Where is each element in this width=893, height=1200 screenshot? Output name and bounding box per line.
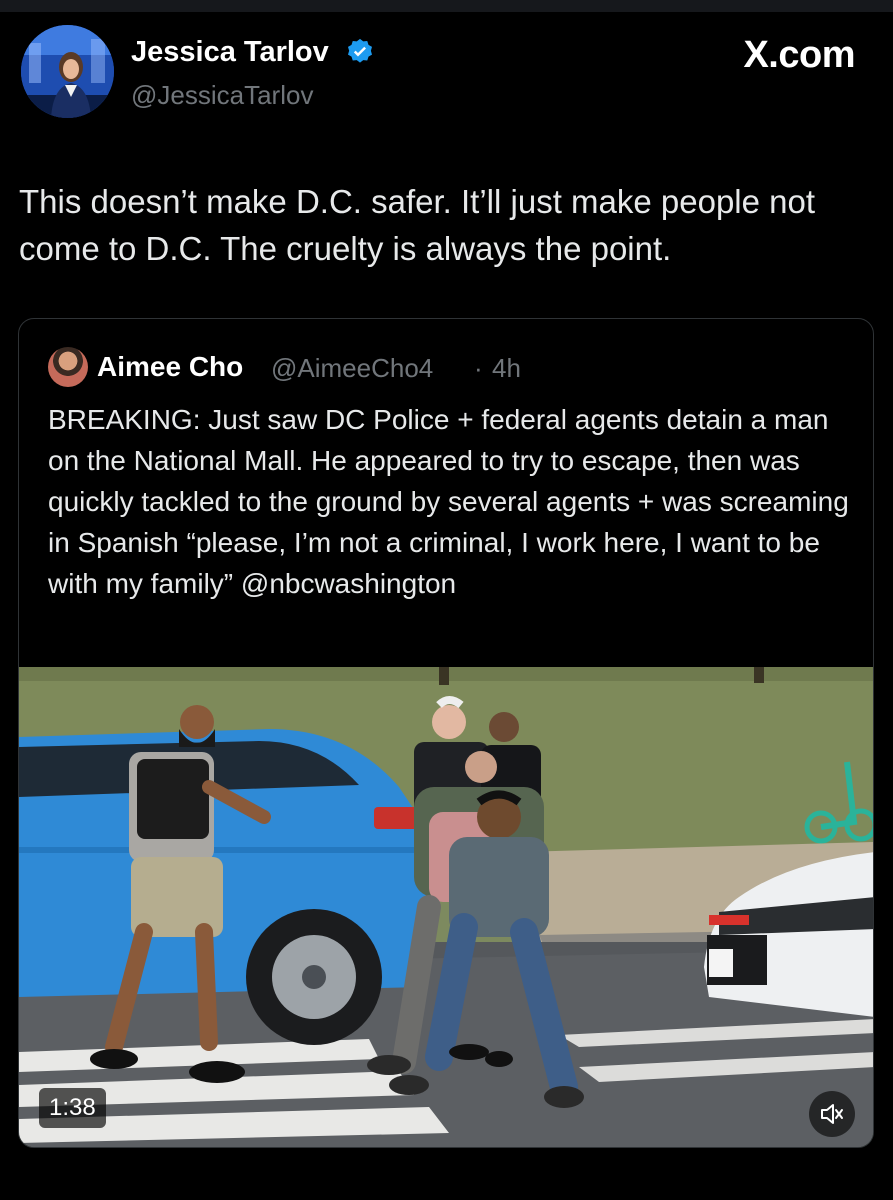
quoted-author-avatar[interactable] <box>48 347 88 387</box>
quoted-author-name[interactable]: Aimee Cho <box>97 351 243 383</box>
top-status-strip <box>0 0 893 12</box>
video-player[interactable]: 1:38 <box>19 667 873 1147</box>
video-duration-badge: 1:38 <box>39 1088 106 1128</box>
quoted-post-card[interactable]: Aimee Cho @AimeeCho4 · 4h BREAKING: Just… <box>18 318 874 1148</box>
brand-watermark: X.com <box>743 34 855 76</box>
post-text: This doesn’t make D.C. safer. It’ll just… <box>19 183 816 267</box>
mute-toggle-button[interactable] <box>809 1091 855 1137</box>
volume-muted-icon <box>821 1104 843 1124</box>
verified-badge-icon <box>348 38 372 63</box>
quoted-post-text: BREAKING: Just saw DC Police + federal a… <box>48 404 849 599</box>
meta-separator: · <box>474 353 483 383</box>
quoted-post-time[interactable]: 4h <box>492 353 521 384</box>
video-frame <box>19 667 873 1147</box>
author-avatar[interactable] <box>21 25 114 118</box>
author-name[interactable]: Jessica Tarlov <box>131 36 329 69</box>
author-handle[interactable]: @JessicaTarlov <box>131 80 313 111</box>
quoted-author-handle[interactable]: @AimeeCho4 <box>271 353 433 384</box>
